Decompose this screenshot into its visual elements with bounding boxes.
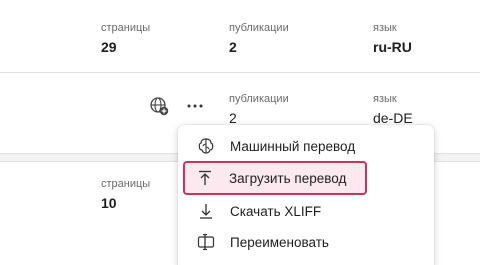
language-label: язык: [373, 22, 397, 34]
pages-column: страницы 10: [101, 178, 150, 212]
publications-value: 2: [229, 39, 237, 55]
language-column: язык de-DE: [373, 93, 413, 127]
language-label: язык: [373, 93, 397, 105]
publications-label: публикации: [229, 22, 289, 34]
pages-label: страницы: [101, 22, 151, 34]
language-value: ru-RU: [373, 39, 412, 55]
publications-column: публикации 2: [229, 93, 289, 127]
pages-value: 10: [101, 195, 117, 211]
pages-label: страницы: [101, 178, 151, 190]
menu-item-label: Скачать XLIFF: [230, 203, 322, 219]
page: страницы 29 публикации 2 язык ru-RU публ…: [0, 0, 480, 265]
menu-item-label: Переименовать: [230, 234, 329, 250]
menu-item-upload-translation[interactable]: Загрузить перевод: [183, 161, 367, 195]
language-column: язык ru-RU: [373, 22, 412, 56]
publications-label: публикации: [229, 93, 289, 105]
menu-item-label: Загрузить перевод: [229, 170, 347, 186]
publications-column: публикации 2: [229, 22, 289, 56]
context-menu: Машинный перевод Загрузить перевод Скача…: [178, 125, 434, 265]
globe-add-icon[interactable]: [148, 95, 170, 117]
menu-item-label: Машинный перевод: [230, 138, 356, 154]
menu-item-rename[interactable]: Переименовать: [184, 226, 428, 258]
pages-value: 29: [101, 39, 117, 55]
rename-icon: [194, 230, 218, 254]
download-icon: [194, 199, 218, 223]
menu-item-machine-translation[interactable]: Машинный перевод: [184, 130, 428, 162]
upload-icon: [193, 166, 217, 190]
more-options-icon[interactable]: [184, 95, 206, 117]
project-row[interactable]: страницы 29 публикации 2 язык ru-RU: [0, 0, 480, 73]
pages-column: страницы 29: [101, 22, 150, 56]
brain-icon: [194, 134, 218, 158]
menu-item-download-xliff[interactable]: Скачать XLIFF: [184, 195, 428, 227]
